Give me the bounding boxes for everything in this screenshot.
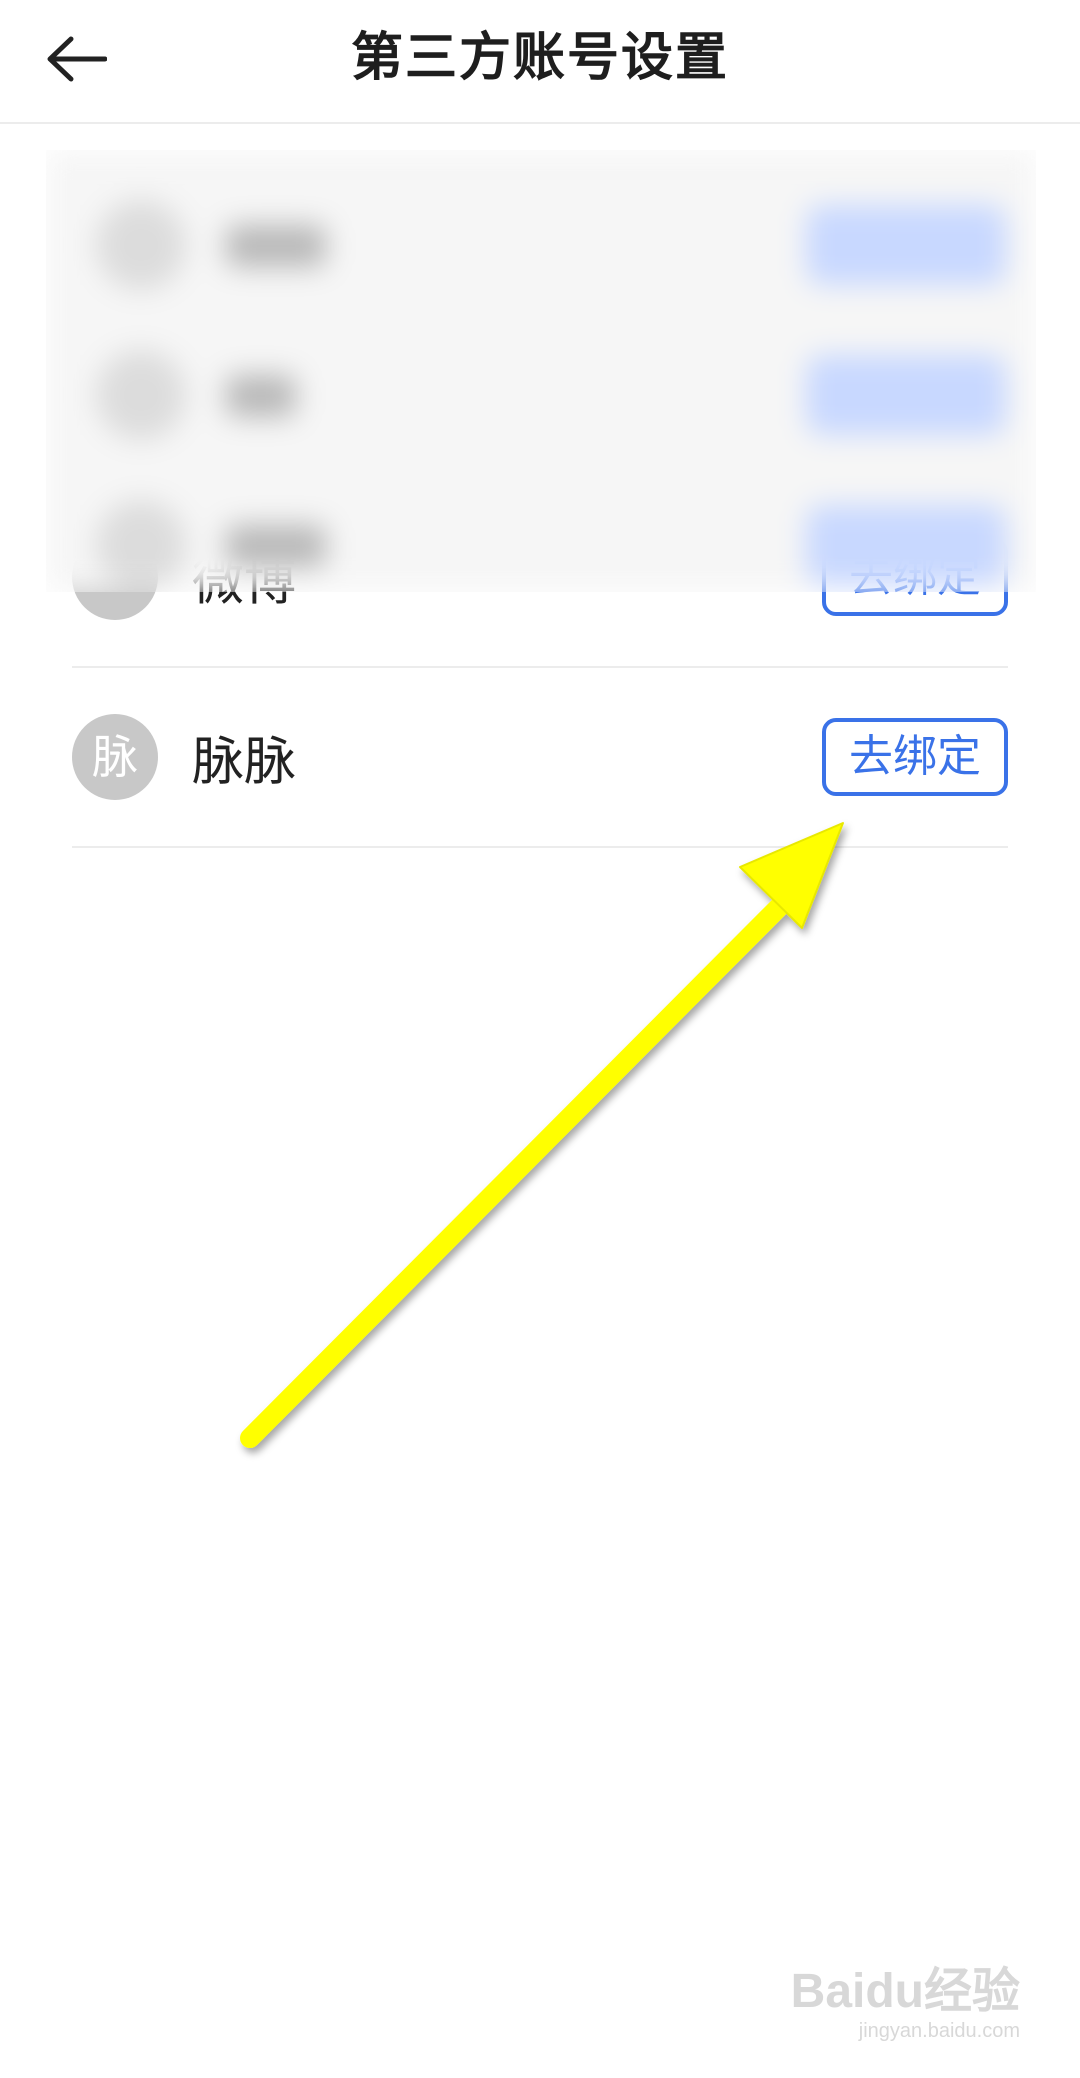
account-row-maimai: 脉 脉脉 去绑定: [72, 668, 1008, 848]
blurred-name: [226, 225, 326, 267]
blurred-name: [226, 375, 296, 417]
blurred-button: [806, 205, 1006, 285]
blurred-avatar: [96, 200, 186, 290]
baidu-watermark: Baidu经验 jingyan.baidu.com: [780, 1966, 1020, 2044]
blurred-avatar: [96, 350, 186, 440]
watermark-url: jingyan.baidu.com: [858, 2020, 1020, 2042]
blurred-button: [806, 355, 1006, 435]
blur-layer: [46, 150, 1036, 592]
watermark-brand: Baidu经验: [790, 1965, 1020, 2018]
blurred-row: [76, 180, 1006, 300]
blurred-row: [76, 330, 1006, 450]
blurred-overlay: [46, 150, 1036, 592]
blurred-name: [226, 525, 326, 567]
bind-button-maimai[interactable]: 去绑定: [822, 718, 1008, 796]
blurred-button: [806, 505, 1006, 585]
top-app-bar: 第三方账号设置: [0, 0, 1080, 124]
account-avatar: 脉: [72, 714, 158, 800]
blurred-row: [76, 480, 1006, 592]
account-name: 脉脉: [192, 732, 297, 793]
page-title: 第三方账号设置: [350, 28, 729, 88]
blurred-avatar: [96, 500, 186, 590]
